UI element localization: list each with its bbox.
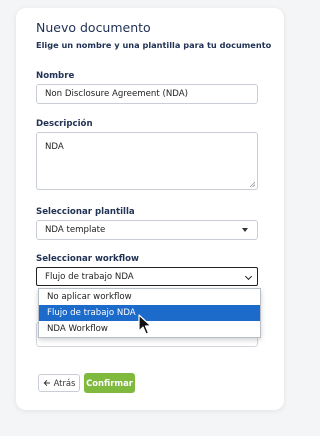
name-input-value: Non Disclosure Agreement (NDA) (45, 89, 188, 99)
arrow-left-icon (43, 379, 50, 387)
name-label: Nombre (36, 71, 75, 81)
template-select[interactable]: NDA template (36, 220, 258, 240)
back-button[interactable]: Atrás (38, 374, 80, 392)
workflow-label: Seleccionar workflow (36, 254, 139, 264)
back-button-label: Atrás (53, 378, 76, 388)
caret-down-icon (242, 228, 248, 232)
page-title: Nuevo documento (36, 20, 151, 35)
page-subtitle: Elige un nombre y una plantilla para tu … (36, 40, 272, 50)
confirm-button[interactable]: Confirmar (84, 373, 135, 393)
description-label: Descripción (36, 119, 93, 129)
workflow-select-value: Flujo de trabajo NDA (45, 271, 134, 282)
resize-handle-icon[interactable] (249, 181, 255, 187)
description-textarea-value: NDA (45, 142, 64, 152)
workflow-select[interactable]: Flujo de trabajo NDA (36, 267, 258, 286)
chevron-down-icon (244, 272, 253, 280)
mouse-pointer-icon (138, 314, 152, 335)
description-textarea[interactable]: NDA (36, 132, 258, 190)
new-document-card: Nuevo documento Elige un nombre y una pl… (16, 8, 284, 410)
name-input[interactable]: Non Disclosure Agreement (NDA) (36, 84, 258, 104)
template-select-value: NDA template (45, 225, 106, 235)
template-label: Seleccionar plantilla (36, 207, 135, 217)
workflow-option[interactable]: No aplicar workflow (39, 289, 260, 305)
